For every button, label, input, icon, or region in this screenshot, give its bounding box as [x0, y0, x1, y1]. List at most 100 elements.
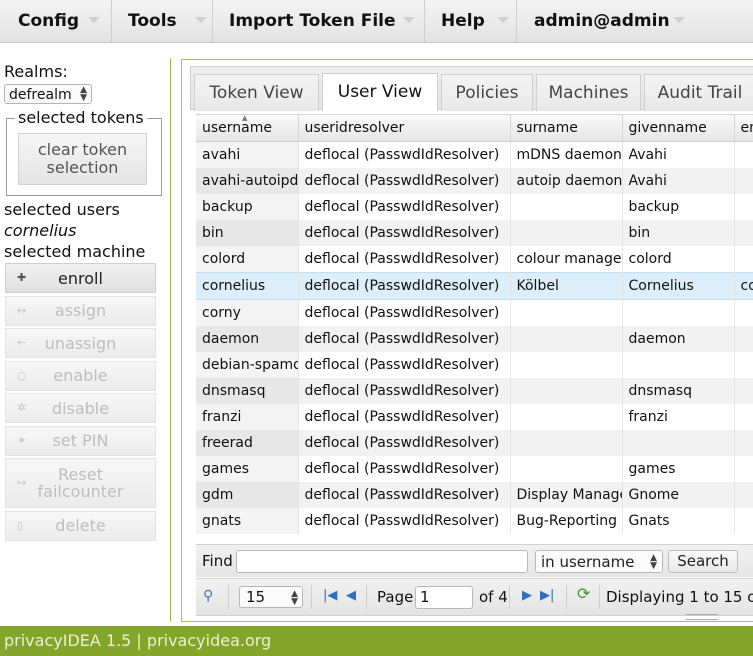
menu-tools-label: Tools: [128, 11, 177, 31]
table-cell-surname: [510, 220, 623, 246]
table-cell-username: bin: [196, 220, 299, 246]
search-icon[interactable]: ⚲: [203, 588, 213, 604]
column-header-useridresolver[interactable]: useridresolver: [298, 115, 511, 142]
table-cell-username: dnsmasq: [196, 378, 299, 404]
tab-user-view[interactable]: User View: [322, 73, 438, 111]
tab-token-view[interactable]: Token View: [194, 74, 319, 111]
column-header-givenname[interactable]: givenname: [622, 115, 735, 142]
plus-icon: ✚: [17, 271, 27, 284]
page-size-select[interactable]: 15 ▲ ▼: [239, 586, 303, 608]
table-row[interactable]: avahi deflocal (PasswdIdResolver) mDNS dae…: [196, 141, 753, 168]
column-header-surname[interactable]: surname: [510, 115, 623, 142]
unlink-icon: ←: [17, 336, 27, 349]
tab-policies[interactable]: Policies: [441, 74, 533, 111]
table-cell-surname: Kölbel: [510, 272, 623, 300]
chevron-down-icon: [673, 17, 685, 23]
assign-button[interactable]: ↔ assign: [5, 295, 156, 326]
table-row[interactable]: bin deflocal (PasswdIdResolver) bin: [196, 220, 753, 246]
menu-user-label: admin@admin: [534, 11, 670, 31]
unassign-button[interactable]: ← unassign: [5, 328, 156, 358]
find-input[interactable]: [236, 550, 528, 573]
menu-config[interactable]: Config: [0, 0, 112, 42]
realm-select[interactable]: defrealm ▲ ▼: [4, 84, 92, 104]
table-cell-surname: autoip daemon: [510, 168, 623, 194]
tab-audit-trail[interactable]: Audit Trail: [644, 74, 753, 111]
table-cell-givenname: colord: [622, 246, 735, 273]
reset-failcounter-button[interactable]: ↦ Reset failcounter: [5, 458, 156, 508]
last-page-icon[interactable]: ▶|: [540, 588, 554, 604]
table-row[interactable]: cornelius deflocal (PasswdIdResolver) Kölb…: [196, 272, 753, 300]
previous-page-icon[interactable]: ◀: [346, 588, 356, 604]
table-row[interactable]: franzi deflocal (PasswdIdResolver) franzi: [196, 404, 753, 430]
menu-tools[interactable]: Tools: [112, 0, 213, 42]
find-field-value: in username: [541, 553, 635, 571]
disable-button[interactable]: ✲ disable: [5, 393, 156, 423]
page-count: of 4: [479, 588, 508, 606]
search-button[interactable]: Search: [668, 550, 738, 573]
table-row[interactable]: gdm deflocal (PasswdIdResolver) Display Ma…: [196, 482, 753, 508]
menu-user[interactable]: admin@admin: [517, 0, 753, 42]
table-body: avahi deflocal (PasswdIdResolver) mDNS dae…: [196, 141, 753, 534]
menu-import-token-file[interactable]: Import Token File: [213, 0, 425, 42]
sidebar: Realms: defrealm ▲ ▼ selected tokens clea…: [0, 42, 170, 622]
first-page-icon[interactable]: |◀: [323, 588, 337, 604]
table-row[interactable]: games deflocal (PasswdIdResolver) games: [196, 456, 753, 482]
page-number-value: 1: [420, 588, 430, 606]
column-header-email[interactable]: en: [734, 115, 753, 142]
table-cell-givenname: [622, 352, 735, 378]
selected-tokens-fieldset: selected tokens clear token selection: [6, 109, 162, 196]
pin-icon: ✦: [17, 433, 27, 447]
table-cell-username: freerad: [196, 430, 299, 456]
table-cell-givenname: bin: [622, 220, 735, 246]
table-cell-surname: [510, 430, 623, 456]
find-field-select[interactable]: in username ▲ ▼: [535, 550, 663, 573]
delete-button[interactable]: ▯ delete: [5, 510, 156, 541]
table-cell-username: cornelius: [196, 272, 299, 300]
table-cell-en: [734, 246, 753, 273]
link-icon: ↔: [17, 303, 27, 317]
table-row[interactable]: corny deflocal (PasswdIdResolver): [196, 299, 753, 326]
table-cell-surname: [510, 378, 623, 404]
table-row[interactable]: dnsmasq deflocal (PasswdIdResolver) dnsmas…: [196, 378, 753, 404]
tab-machines-label: Machines: [548, 83, 629, 103]
table-row[interactable]: debian-spamd deflocal (PasswdIdResolver): [196, 352, 753, 378]
table-cell-useridresolver: deflocal (PasswdIdResolver): [298, 194, 511, 220]
table-row[interactable]: backup deflocal (PasswdIdResolver) backup: [196, 194, 753, 220]
refresh-icon[interactable]: ⟳: [577, 586, 590, 602]
table-cell-givenname: games: [622, 456, 735, 482]
pager: ⚲ 15 ▲ ▼ |◀ ◀ Page 1 of 4 ▶ ▶| ⟳ Displayi…: [196, 578, 753, 616]
unassign-label: unassign: [44, 333, 117, 353]
main-panel: Token View User View Policies Machines A…: [181, 59, 753, 622]
column-header-username[interactable]: ▲ username: [196, 115, 299, 142]
next-page-icon[interactable]: ▶: [522, 588, 532, 604]
page-number-input[interactable]: 1: [415, 586, 473, 609]
divider: [599, 585, 600, 609]
resize-handle[interactable]: [686, 614, 718, 620]
table-cell-username: colord: [196, 246, 299, 273]
table-cell-useridresolver: deflocal (PasswdIdResolver): [298, 456, 511, 482]
trash-icon: ▯: [17, 518, 24, 532]
table-row[interactable]: freerad deflocal (PasswdIdResolver): [196, 430, 753, 456]
table-cell-en: [734, 404, 753, 430]
enable-button[interactable]: ○ enable: [5, 360, 156, 391]
table-row[interactable]: avahi-autoipd deflocal (PasswdIdResolver)…: [196, 168, 753, 194]
chevron-down-icon: [88, 17, 100, 23]
table-cell-surname: Display Manager: [510, 482, 623, 508]
menu-config-label: Config: [18, 11, 80, 31]
table-cell-username: games: [196, 456, 299, 482]
footer-text: privacyIDEA 1.5 | privacyidea.org: [4, 631, 272, 650]
tab-policies-label: Policies: [455, 83, 519, 103]
set-pin-button[interactable]: ✦ set PIN: [5, 425, 156, 456]
table-row[interactable]: gnats deflocal (PasswdIdResolver) Bug-Repo…: [196, 508, 753, 534]
table-row[interactable]: daemon deflocal (PasswdIdResolver) daemon: [196, 326, 753, 352]
menu-help[interactable]: Help: [425, 0, 517, 42]
table-cell-useridresolver: deflocal (PasswdIdResolver): [298, 404, 511, 430]
table-cell-useridresolver: deflocal (PasswdIdResolver): [298, 168, 511, 194]
table-row[interactable]: colord deflocal (PasswdIdResolver) colour …: [196, 246, 753, 273]
tab-machines[interactable]: Machines: [536, 74, 641, 111]
enroll-button[interactable]: ✚ enroll: [5, 263, 156, 293]
clear-token-selection-button[interactable]: clear token selection: [18, 133, 147, 185]
table-cell-givenname: Gnome: [622, 482, 735, 508]
delete-label: delete: [55, 516, 106, 535]
table-cell-en: [734, 168, 753, 194]
